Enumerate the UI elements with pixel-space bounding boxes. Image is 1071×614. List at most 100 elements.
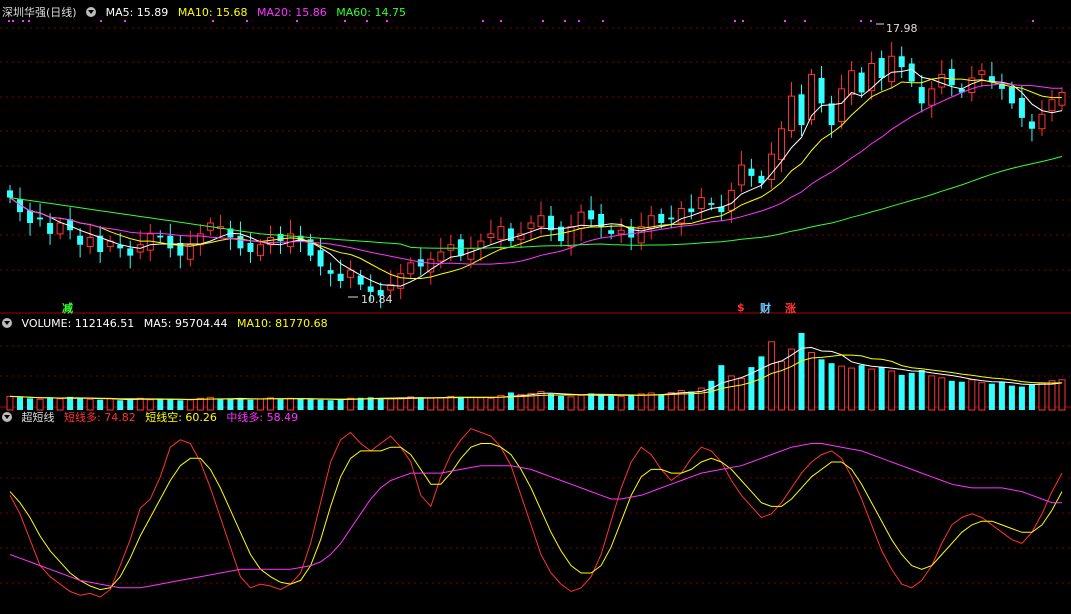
candle-body <box>347 269 355 278</box>
candle-body <box>858 72 865 93</box>
event-tag-rise[interactable]: 涨 <box>785 300 796 316</box>
dropdown-toggle-icon[interactable] <box>2 412 12 422</box>
volume-bar <box>6 395 14 411</box>
event-dot <box>28 20 30 22</box>
volume-bar <box>948 380 955 410</box>
candle-body <box>457 239 464 256</box>
short-bear-label: 短线空: 60.26 <box>145 411 217 424</box>
event-dot <box>564 20 566 22</box>
volume-bar <box>637 393 645 411</box>
event-tag-reduce[interactable]: 减 <box>62 300 73 316</box>
volume-bar <box>47 397 54 410</box>
volume-bar <box>297 398 304 410</box>
event-dot <box>742 20 744 22</box>
candle-body <box>737 164 745 186</box>
candle-body <box>146 233 154 251</box>
volume-bar <box>537 390 545 411</box>
volume-bar <box>918 370 925 410</box>
candle-body <box>527 222 535 229</box>
candle-body <box>637 226 645 244</box>
ma5-label: MA5: 15.89 <box>105 6 169 19</box>
candle-body <box>588 210 595 220</box>
volume-bar <box>417 397 424 410</box>
candle-body <box>256 244 264 257</box>
event-tag-dollar[interactable]: $ <box>737 301 745 314</box>
volume-bar <box>256 398 264 411</box>
candle-body <box>127 248 134 256</box>
volume-bar <box>928 375 936 411</box>
candle-body <box>777 128 785 161</box>
candle-body <box>1058 92 1066 106</box>
candle-body <box>938 73 946 88</box>
volume-bar <box>567 396 575 411</box>
candle-body <box>77 235 84 245</box>
event-dot <box>100 20 102 22</box>
event-dot <box>578 20 580 22</box>
volume-bar <box>998 381 1005 410</box>
volume-bar <box>1038 382 1046 411</box>
volume-bar <box>397 397 405 411</box>
event-tag-finance[interactable]: 财 <box>760 300 771 316</box>
dropdown-toggle-icon[interactable] <box>2 318 12 328</box>
volume-bar <box>77 398 84 410</box>
volume-bar <box>287 397 295 411</box>
volume-bar <box>347 397 355 411</box>
event-dot <box>212 20 214 22</box>
event-dot <box>22 20 24 22</box>
candle-body <box>898 56 905 68</box>
volume-bar <box>968 379 976 411</box>
candle-body <box>357 275 364 285</box>
event-dot <box>296 20 298 22</box>
candle-body <box>497 226 505 240</box>
candle-body <box>708 203 715 205</box>
low-price-label: 10.84 <box>361 293 393 306</box>
volume-bar <box>1048 380 1056 411</box>
volume-bar <box>898 374 905 410</box>
volume-bar <box>888 370 896 411</box>
candle-body <box>548 215 555 231</box>
candle-body <box>878 58 885 78</box>
volume-bar <box>337 399 344 410</box>
event-dot <box>246 20 248 22</box>
chart-canvas <box>0 20 1071 598</box>
candle-body <box>828 103 835 126</box>
volume-bar <box>978 382 986 411</box>
volume-bar <box>858 365 865 410</box>
candle-body <box>47 223 54 234</box>
vol-ma10-label: MA10: 81770.68 <box>236 317 328 330</box>
volume-panel-header: VOLUME: 112146.51 MA5: 95704.44 MA10: 81… <box>2 317 334 331</box>
volume-bar <box>777 360 785 411</box>
volume-bar <box>577 394 585 411</box>
volume-bar <box>387 398 395 411</box>
event-dot <box>784 20 786 22</box>
oscillator-line <box>9 443 1062 589</box>
candle-body <box>427 258 435 273</box>
candle-body <box>948 68 955 86</box>
volume-bar <box>838 365 846 411</box>
dropdown-toggle-icon[interactable] <box>86 7 97 17</box>
volume-bar <box>56 398 64 411</box>
candle-body <box>407 262 415 275</box>
volume-bar <box>938 377 946 411</box>
volume-bar <box>908 372 915 410</box>
volume-bar <box>628 395 635 410</box>
candle-body <box>888 55 896 83</box>
candle-body <box>658 213 665 223</box>
volume-bar <box>227 399 234 410</box>
candle-body <box>327 270 334 274</box>
volume-bar <box>988 383 995 410</box>
volume-bar <box>217 398 224 410</box>
candle-body <box>447 244 455 251</box>
event-dot <box>12 20 14 22</box>
candle-body <box>978 70 986 75</box>
volume-bar <box>136 397 144 411</box>
volume-bar <box>808 351 816 411</box>
price-panel-header: 深圳华强(日线) MA5: 15.89 MA10: 15.68 MA20: 15… <box>2 6 412 20</box>
volume-bar <box>157 398 164 410</box>
candle-body <box>537 215 545 228</box>
event-dot <box>482 20 484 22</box>
candle-body <box>918 87 925 104</box>
candle-body <box>37 217 44 220</box>
event-dot <box>8 20 10 22</box>
volume-bar <box>67 396 74 410</box>
